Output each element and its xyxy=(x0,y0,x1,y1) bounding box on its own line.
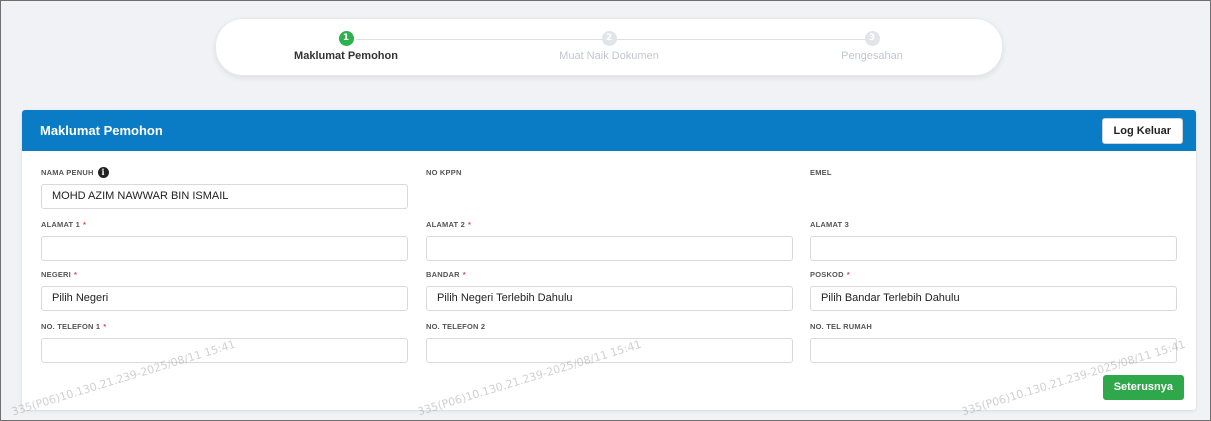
card-title: Maklumat Pemohon xyxy=(40,123,163,138)
field-tel-rumah: NO. TEL RUMAH xyxy=(810,320,1177,363)
required-marker: * xyxy=(467,219,472,229)
tel-rumah-input[interactable] xyxy=(810,338,1177,363)
field-nama-penuh: NAMA PENUH i MOHD AZIM NAWWAR BIN ISMAIL xyxy=(41,166,408,209)
field-emel: EMEL xyxy=(810,166,1177,178)
negeri-select[interactable]: Pilih Negeri xyxy=(41,286,408,311)
card-header: Maklumat Pemohon Log Keluar xyxy=(22,110,1196,151)
required-marker: * xyxy=(103,321,107,331)
field-telefon-2: NO. TELEFON 2 xyxy=(426,320,793,363)
required-marker: * xyxy=(73,269,78,279)
poskod-select[interactable]: Pilih Bandar Terlebih Dahulu xyxy=(810,286,1177,311)
field-alamat-2: ALAMAT 2 * xyxy=(426,218,793,261)
required-marker: * xyxy=(846,269,850,279)
step-1: 1 Maklumat Pemohon xyxy=(266,31,426,62)
alamat-1-input[interactable] xyxy=(41,236,408,261)
field-negeri: NEGERI * Pilih Negeri xyxy=(41,268,408,311)
required-marker: * xyxy=(82,219,87,229)
next-button[interactable]: Seterusnya xyxy=(1102,375,1184,400)
step-3-label: Pengesahan xyxy=(841,50,903,62)
field-bandar: BANDAR * Pilih Negeri Terlebih Dahulu xyxy=(426,268,793,311)
telefon-2-input[interactable] xyxy=(426,338,793,363)
logout-button[interactable]: Log Keluar xyxy=(1101,118,1183,144)
no-kppn-label: NO KPPN xyxy=(426,167,462,177)
poskod-label: POSKOD xyxy=(810,269,844,279)
nama-penuh-input[interactable]: MOHD AZIM NAWWAR BIN ISMAIL xyxy=(41,184,408,209)
info-icon[interactable]: i xyxy=(97,166,109,178)
step-1-number: 1 xyxy=(338,31,354,46)
field-alamat-1: ALAMAT 1 * xyxy=(41,218,408,261)
field-telefon-1: NO. TELEFON 1 * xyxy=(41,320,408,363)
field-alamat-3: ALAMAT 3 xyxy=(810,218,1177,261)
step-1-label: Maklumat Pemohon xyxy=(294,50,398,62)
alamat-2-label: ALAMAT 2 xyxy=(426,219,465,229)
negeri-label: NEGERI xyxy=(41,269,71,279)
step-2: 2 Muat Naik Dokumen xyxy=(529,31,689,62)
field-poskod: POSKOD * Pilih Bandar Terlebih Dahulu xyxy=(810,268,1177,311)
emel-label: EMEL xyxy=(810,167,832,177)
required-marker: * xyxy=(462,269,466,279)
step-3: 3 Pengesahan xyxy=(792,31,952,62)
bandar-select[interactable]: Pilih Negeri Terlebih Dahulu xyxy=(426,286,793,311)
field-no-kppn: NO KPPN xyxy=(426,166,793,178)
alamat-3-label: ALAMAT 3 xyxy=(810,219,849,229)
nama-penuh-label: NAMA PENUH xyxy=(41,167,94,177)
telefon-2-label: NO. TELEFON 2 xyxy=(426,321,486,331)
step-2-number: 2 xyxy=(601,31,617,46)
alamat-3-input[interactable] xyxy=(810,236,1177,261)
telefon-1-label: NO. TELEFON 1 xyxy=(41,321,101,331)
alamat-1-label: ALAMAT 1 xyxy=(41,219,80,229)
applicant-info-card: Maklumat Pemohon Log Keluar NAMA PENUH i… xyxy=(22,110,1196,410)
step-3-number: 3 xyxy=(864,31,880,46)
step-2-label: Muat Naik Dokumen xyxy=(559,50,659,62)
bandar-label: BANDAR xyxy=(426,269,460,279)
progress-stepper: 1 Maklumat Pemohon 2 Muat Naik Dokumen 3… xyxy=(215,18,1003,76)
alamat-2-input[interactable] xyxy=(426,236,793,261)
telefon-1-input[interactable] xyxy=(41,338,408,363)
tel-rumah-label: NO. TEL RUMAH xyxy=(810,321,873,331)
